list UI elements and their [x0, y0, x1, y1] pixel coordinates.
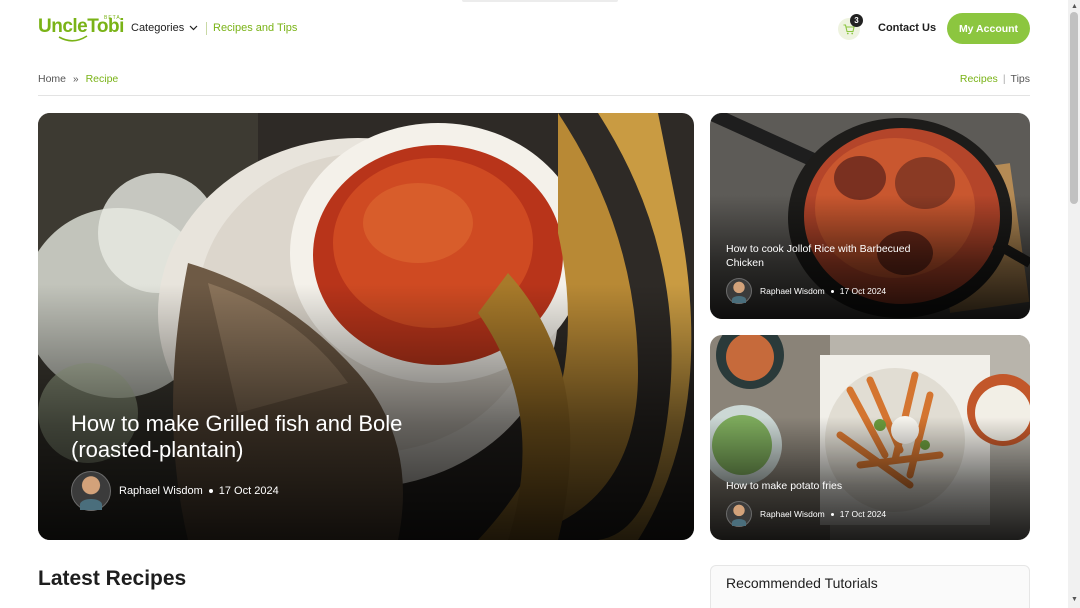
scrollbar-thumb[interactable]: [1070, 12, 1078, 204]
filter-separator: |: [1002, 73, 1006, 85]
recipe-card-jollof[interactable]: How to cook Jollof Rice with Barbecued C…: [710, 113, 1030, 319]
recipe-card-byline: Raphael Wisdom 17 Oct 2024: [726, 501, 886, 527]
byline-dot: [830, 289, 834, 293]
latest-recipes-heading: Latest Recipes: [38, 567, 187, 590]
publish-date: 17 Oct 2024: [218, 485, 279, 497]
featured-recipe-card[interactable]: How to make Grilled fish and Bole (roast…: [38, 113, 694, 540]
cart-count-badge: 3: [850, 14, 863, 27]
recipe-card-title: How to cook Jollof Rice with Barbecued C…: [726, 243, 911, 269]
author-name: Raphael Wisdom: [760, 509, 825, 519]
byline-dot: [830, 512, 834, 516]
publish-date: 17 Oct 2024: [839, 509, 887, 519]
author-name: Raphael Wisdom: [760, 286, 825, 296]
filter-tips[interactable]: Tips: [1011, 73, 1030, 85]
double-chevron-right-icon: »: [73, 73, 79, 85]
breadcrumb-home[interactable]: Home: [38, 73, 66, 85]
breadcrumb-current: Recipe: [85, 73, 119, 85]
contact-us-link[interactable]: Contact Us: [878, 22, 936, 34]
nav-categories[interactable]: Categories: [131, 22, 198, 34]
filter-recipes[interactable]: Recipes: [960, 73, 998, 85]
nav-categories-label: Categories: [131, 22, 185, 34]
recipe-card-title: How to make potato fries: [726, 480, 843, 492]
author-avatar: [71, 471, 111, 511]
logo-beta-tag: BETA: [104, 15, 121, 21]
nav-divider: [206, 22, 207, 35]
publish-date: 17 Oct 2024: [839, 286, 887, 296]
chevron-down-icon: [189, 25, 198, 31]
recommended-tutorials-panel: Recommended Tutorials: [710, 565, 1030, 608]
byline-dot: [208, 489, 213, 493]
recipe-tip-filter: Recipes | Tips: [960, 73, 1030, 85]
author-avatar: [726, 501, 752, 527]
scroll-down-arrow-icon[interactable]: ▼: [1071, 596, 1078, 603]
site-header: UncleTobi BETA Categories Recipes and Ti…: [0, 0, 1068, 58]
recommended-tutorials-heading: Recommended Tutorials: [726, 575, 878, 591]
top-shadow: [462, 0, 618, 2]
featured-recipe-title: How to make Grilled fish and Bole (roast…: [71, 411, 403, 462]
site-logo[interactable]: UncleTobi BETA: [38, 15, 124, 45]
recipe-card-potato-fries[interactable]: How to make potato fries Raphael Wisdom …: [710, 335, 1030, 540]
author-avatar: [726, 278, 752, 304]
featured-byline: Raphael Wisdom 17 Oct 2024: [71, 471, 279, 511]
logo-swoosh-icon: [58, 35, 88, 42]
vertical-scrollbar[interactable]: ▲ ▼: [1068, 0, 1080, 608]
divider-line: [38, 95, 1030, 96]
breadcrumb: Home » Recipe: [38, 73, 118, 85]
nav-recipes-and-tips[interactable]: Recipes and Tips: [213, 22, 297, 34]
my-account-button[interactable]: My Account: [947, 13, 1030, 44]
scroll-up-arrow-icon[interactable]: ▲: [1071, 3, 1078, 10]
recipe-card-byline: Raphael Wisdom 17 Oct 2024: [726, 278, 886, 304]
author-name: Raphael Wisdom: [119, 485, 203, 497]
